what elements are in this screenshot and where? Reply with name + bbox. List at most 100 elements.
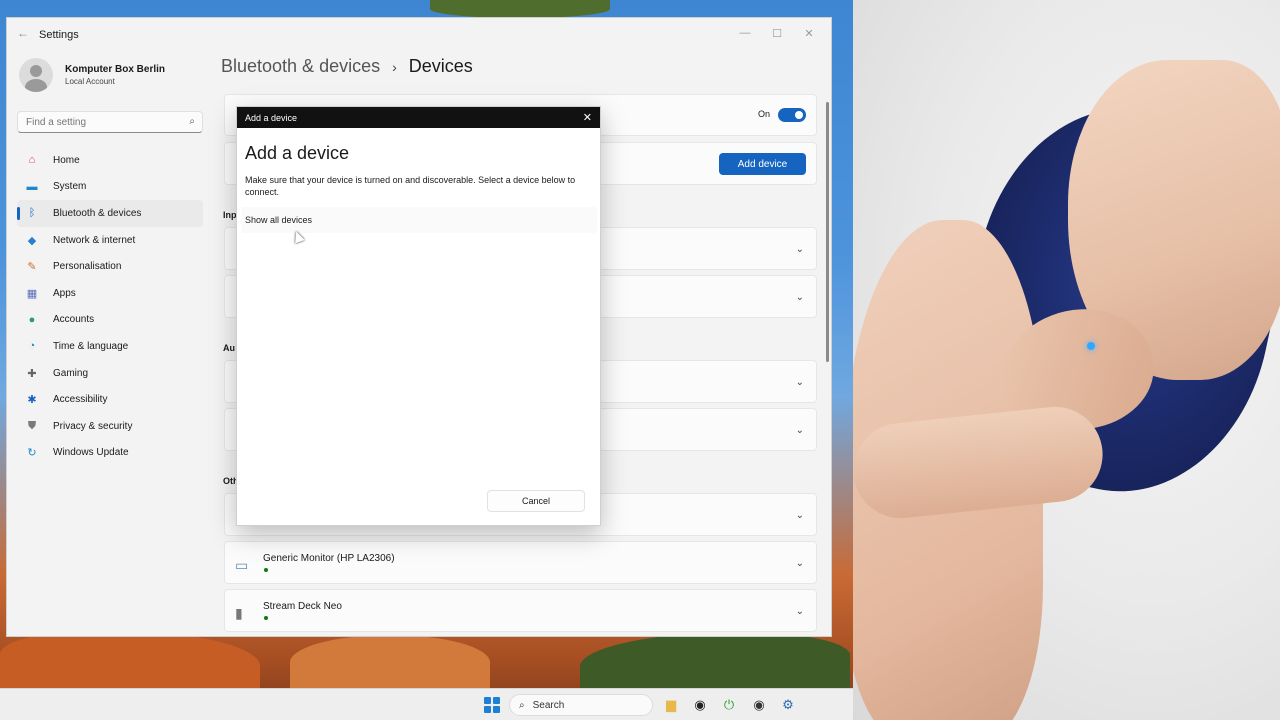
dialog-title-bar: Add a device ✕ [237, 107, 600, 128]
sidebar-item-bluetooth-devices[interactable]: ᛒ Bluetooth & devices [17, 200, 203, 227]
accounts-icon: ● [28, 313, 36, 326]
sidebar-item-system[interactable]: ▬ System [17, 174, 203, 201]
chevron-down-icon[interactable]: ⌄ [796, 292, 804, 303]
device-card[interactable]: ▮ Stream Deck Neo ⌄ [224, 589, 817, 632]
search-icon: ⌕ [519, 699, 525, 711]
camera-photo-panel [853, 0, 1280, 720]
sidebar-item-time-language[interactable]: ◔ Time & language [17, 333, 203, 360]
breadcrumb-separator: › [392, 58, 397, 75]
status-led [1087, 342, 1095, 350]
section-label-input: Inp [223, 210, 237, 220]
bluetooth-toggle[interactable] [778, 108, 806, 122]
chevron-down-icon[interactable]: ⌄ [796, 377, 804, 388]
minimize-button[interactable]: — [729, 22, 761, 44]
network-icon: ◆ [27, 234, 37, 247]
section-label-audio: Au [223, 343, 235, 353]
window-controls: — ☐ ✕ [729, 22, 825, 44]
search-input[interactable] [18, 112, 178, 133]
back-arrow-icon[interactable]: ← [17, 26, 29, 40]
obs-icon[interactable]: ◉ [691, 696, 709, 714]
wallpaper-rock [0, 630, 260, 690]
sidebar-item-label: Accounts [53, 314, 95, 326]
sidebar-item-label: Home [53, 154, 80, 166]
system-icon: ▬ [26, 180, 38, 193]
file-explorer-icon[interactable]: ▆ [662, 696, 680, 714]
apps-icon: ▦ [26, 287, 38, 300]
dialog-heading: Add a device [245, 143, 350, 163]
account-type: Local Account [65, 77, 115, 86]
cancel-button[interactable]: Cancel [487, 490, 585, 512]
sidebar-item-label: Accessibility [53, 394, 108, 406]
power-icon[interactable]: ⏻ [720, 696, 738, 714]
page-title: Devices [408, 56, 473, 76]
sidebar-item-accessibility[interactable]: ✱ Accessibility [17, 386, 203, 413]
sidebar-item-accounts[interactable]: ● Accounts [17, 307, 203, 334]
sidebar-item-personalisation[interactable]: ✎ Personalisation [17, 253, 203, 280]
device-name: Generic Monitor (HP LA2306) [263, 553, 395, 564]
sidebar-item-label: System [53, 181, 87, 193]
device-name: Stream Deck Neo [263, 601, 342, 612]
gaming-icon: ✚ [27, 367, 37, 380]
wallpaper-tree [580, 632, 850, 690]
dialog-title: Add a device [245, 112, 298, 123]
search-icon[interactable]: ⌕ [189, 116, 195, 127]
avatar [19, 58, 53, 92]
toggle-state-label: On [757, 109, 770, 119]
title-bar: ← Settings — ☐ ✕ [7, 18, 831, 50]
sidebar-item-network-internet[interactable]: ◆ Network & internet [17, 227, 203, 254]
device-icon: ▮ [235, 605, 243, 621]
sidebar-item-label: Privacy & security [53, 420, 133, 432]
home-icon: ⌂ [28, 154, 36, 167]
user-profile[interactable]: Komputer Box Berlin Local Account [19, 58, 165, 92]
user-name: Komputer Box Berlin [65, 64, 166, 75]
sidebar-item-label: Gaming [53, 367, 89, 379]
sidebar-item-windows-update[interactable]: ↻ Windows Update [17, 440, 203, 467]
sidebar-item-label: Windows Update [53, 447, 129, 459]
app-icon[interactable]: ◉ [750, 696, 768, 714]
paintbrush-icon: ✎ [27, 261, 37, 274]
chevron-down-icon[interactable]: ⌄ [796, 425, 804, 436]
app-title: Settings [39, 29, 79, 41]
start-button[interactable] [484, 697, 500, 713]
device-card[interactable]: ▭ Generic Monitor (HP LA2306) ⌄ [224, 541, 817, 584]
sidebar-item-apps[interactable]: ▦ Apps [17, 280, 203, 307]
bluetooth-icon: ᛒ [28, 207, 36, 220]
add-device-button[interactable]: Add device [719, 153, 806, 175]
dialog-description: Make sure that your device is turned on … [245, 175, 576, 197]
taskbar: ⌕ Search ▆ ◉ ⏻ ◉ ⚙ [0, 688, 853, 720]
sidebar-item-label: Time & language [53, 340, 129, 352]
scrollbar[interactable] [826, 102, 829, 362]
maximize-button[interactable]: ☐ [761, 22, 793, 44]
monitor-icon: ▭ [235, 557, 249, 573]
wallpaper-tree [430, 0, 610, 18]
add-device-dialog: Add a device ✕ Add a device Make sure th… [236, 106, 601, 526]
wallpaper-rock [290, 635, 490, 690]
close-icon[interactable]: ✕ [583, 111, 592, 124]
breadcrumb: Bluetooth & devices › Devices [221, 56, 473, 77]
taskbar-search[interactable]: ⌕ Search [509, 694, 653, 716]
sidebar-item-privacy-security[interactable]: ⛊ Privacy & security [17, 413, 203, 440]
accessibility-icon: ✱ [27, 394, 37, 407]
sidebar-item-label: Personalisation [53, 261, 122, 273]
sidebar-item-label: Apps [53, 287, 76, 299]
taskbar-search-label: Search [532, 699, 565, 711]
settings-gear-icon[interactable]: ⚙ [779, 696, 797, 714]
chevron-down-icon[interactable]: ⌄ [796, 244, 804, 255]
sidebar-item-label: Network & internet [53, 234, 136, 246]
shield-icon: ⛊ [27, 419, 37, 432]
settings-search-box: ⌕ [17, 111, 203, 133]
show-all-devices-option[interactable]: Show all devices [241, 207, 597, 233]
sidebar-item-home[interactable]: ⌂ Home [17, 147, 203, 174]
chevron-down-icon[interactable]: ⌄ [796, 606, 804, 617]
chevron-down-icon[interactable]: ⌄ [796, 558, 804, 569]
update-icon: ↻ [27, 447, 37, 460]
sidebar-item-label: Bluetooth & devices [53, 207, 142, 219]
breadcrumb-parent[interactable]: Bluetooth & devices [221, 56, 380, 77]
connected-status-dot [264, 616, 268, 620]
chevron-down-icon[interactable]: ⌄ [796, 510, 804, 521]
sidebar-item-gaming[interactable]: ✚ Gaming [17, 360, 203, 387]
sidebar-nav: ⌂ Home ▬ System ᛒ Bluetooth & devices ◆ Network… [17, 147, 203, 466]
connected-status-dot [264, 568, 268, 572]
time-language-icon: ◔ [28, 340, 36, 353]
close-button[interactable]: ✕ [793, 22, 825, 44]
